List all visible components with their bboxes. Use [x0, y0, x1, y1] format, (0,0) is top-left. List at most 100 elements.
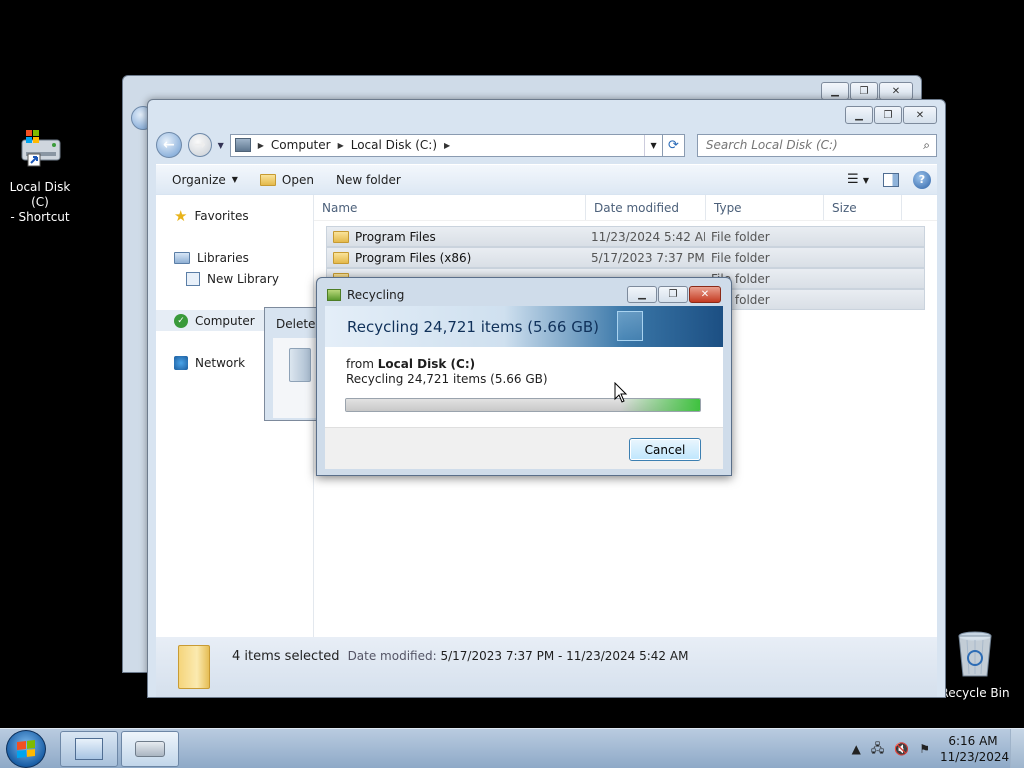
- nav-item-new-library[interactable]: New Library: [156, 268, 313, 289]
- clock[interactable]: 6:16 AM 11/23/2024: [940, 733, 1009, 765]
- restore-button[interactable]: ❐: [850, 82, 878, 100]
- recycling-title-bar: Recycling: [327, 288, 404, 302]
- show-desktop-button[interactable]: [1010, 729, 1024, 768]
- status-line: Recycling 24,721 items (5.66 GB): [346, 372, 548, 386]
- action-center-flag-icon[interactable]: ⚑: [919, 742, 930, 756]
- organize-button[interactable]: Organize ▼: [166, 170, 244, 190]
- minimize-button[interactable]: ▁: [627, 286, 657, 303]
- desktop-recycle-bin[interactable]: Recycle Bin: [935, 630, 1015, 701]
- desktop-shortcut-local-disk[interactable]: Local Disk (C) - Shortcut: [0, 128, 80, 225]
- libraries-label: Libraries: [197, 250, 249, 265]
- folder-icon: [333, 230, 349, 243]
- volume-muted-icon[interactable]: 🔇: [894, 742, 909, 756]
- recycle-bin-icon: [951, 630, 999, 682]
- help-icon[interactable]: ?: [913, 170, 931, 189]
- recent-pages-dropdown-icon[interactable]: ▼: [218, 141, 224, 150]
- recycle-bin-icon: [289, 348, 311, 382]
- breadcrumb-separator-icon[interactable]: ▶: [444, 141, 450, 150]
- search-input[interactable]: [705, 138, 924, 152]
- restore-button[interactable]: ❐: [874, 106, 902, 124]
- column-headers: Name Date modified Type Size: [314, 195, 937, 221]
- library-icon: [186, 271, 200, 286]
- address-dropdown-icon[interactable]: ▼: [644, 134, 662, 156]
- back-arrow-icon[interactable]: ←: [156, 132, 182, 158]
- refresh-icon[interactable]: ⟳: [663, 133, 685, 157]
- recycle-bin-label: Recycle Bin: [940, 686, 1010, 700]
- computer-shield-icon: ✓: [174, 313, 188, 328]
- source-line: from Local Disk (C:): [346, 357, 723, 372]
- computer-label: Computer: [195, 313, 255, 328]
- delete-dialog[interactable]: Delete: [264, 307, 333, 421]
- folder-icon: [178, 645, 210, 689]
- folder-icon: [333, 251, 349, 264]
- search-icon[interactable]: ⌕: [923, 138, 930, 153]
- progress-fill: [346, 399, 700, 411]
- recycling-footer: Cancel: [325, 427, 723, 469]
- new-folder-label: New folder: [335, 172, 401, 187]
- explorer-drive-icon: [135, 741, 165, 757]
- close-button[interactable]: ✕: [689, 286, 721, 303]
- taskbar-explorer-button[interactable]: [121, 731, 179, 767]
- view-options-icon[interactable]: ☰ ▼: [847, 172, 869, 187]
- star-icon: ★: [174, 206, 188, 225]
- taskbar: ▲ 🖧 🔇 ⚑ 6:16 AM 11/23/2024: [0, 728, 1024, 768]
- shortcut-label-line1: Local Disk (C): [9, 180, 71, 209]
- file-row[interactable]: Program Files 11/23/2024 5:42 AM File fo…: [326, 226, 925, 247]
- address-bar[interactable]: ▶ Computer ▶ Local Disk (C:) ▶ ▼: [229, 133, 664, 157]
- clock-time: 6:16 AM: [948, 734, 998, 748]
- caption-buttons: ▁ ❐ ✕: [845, 106, 937, 124]
- minimize-button[interactable]: ▁: [845, 106, 873, 124]
- forward-arrow-icon[interactable]: →: [187, 133, 212, 157]
- open-folder-icon: [259, 173, 276, 186]
- details-pane: 4 items selected Date modified: 5/17/202…: [156, 637, 937, 697]
- column-type[interactable]: Type: [706, 195, 824, 220]
- open-button[interactable]: Open: [254, 170, 320, 190]
- column-size[interactable]: Size: [824, 195, 902, 220]
- recycling-body: from Local Disk (C:) Recycling 24,721 it…: [325, 347, 723, 427]
- recycling-dialog[interactable]: Recycling ▁ ❐ ✕ Recycling 24,721 items (…: [316, 277, 732, 476]
- windows-logo-icon: [17, 740, 35, 758]
- nav-item-favorites[interactable]: ★ Favorites: [156, 205, 313, 226]
- column-date-modified[interactable]: Date modified: [586, 195, 706, 220]
- libraries-icon: [174, 251, 190, 264]
- system-tray: ▲ 🖧 🔇 ⚑ 6:16 AM 11/23/2024: [852, 729, 1024, 768]
- file-row[interactable]: Program Files (x86) 5/17/2023 7:37 PM Fi…: [326, 247, 925, 268]
- from-label: from: [346, 357, 374, 371]
- close-button[interactable]: ✕: [903, 106, 937, 124]
- breadcrumb-computer[interactable]: Computer: [271, 138, 331, 152]
- new-folder-button[interactable]: New folder: [330, 170, 407, 190]
- close-button[interactable]: ✕: [879, 82, 913, 100]
- delete-dialog-title: Delete: [276, 317, 316, 331]
- network-icon: [174, 355, 188, 370]
- preview-pane-icon[interactable]: [883, 172, 899, 187]
- taskbar-control-panel-button[interactable]: [60, 731, 118, 767]
- network-tray-icon[interactable]: 🖧: [871, 739, 884, 760]
- drive-shortcut-icon: [16, 128, 64, 176]
- chevron-down-icon: ▼: [231, 175, 238, 184]
- open-label: Open: [281, 172, 314, 187]
- source-drive: Local Disk (C:): [377, 357, 476, 371]
- date-modified-label: Date modified:: [347, 649, 437, 663]
- search-box[interactable]: ⌕: [696, 133, 937, 157]
- breadcrumb-local-disk[interactable]: Local Disk (C:): [351, 138, 437, 152]
- restore-button[interactable]: ❐: [658, 286, 688, 303]
- recycling-header: Recycling 24,721 items (5.66 GB): [325, 306, 723, 347]
- dialog-caption-buttons: ▁ ❐ ✕: [627, 286, 721, 303]
- selection-count: 4 items selected: [232, 649, 340, 664]
- organize-label: Organize: [172, 172, 226, 187]
- control-panel-icon: [75, 738, 103, 760]
- start-button[interactable]: [6, 730, 46, 768]
- nav-item-libraries[interactable]: Libraries: [156, 247, 313, 268]
- show-hidden-icons-icon[interactable]: ▲: [852, 742, 861, 756]
- recycle-icon: [327, 289, 341, 301]
- breadcrumb-separator-icon[interactable]: ▶: [258, 141, 264, 150]
- recycling-header-text: Recycling 24,721 items (5.66 GB): [347, 317, 599, 336]
- minimize-button[interactable]: ▁: [821, 82, 849, 100]
- column-name[interactable]: Name: [314, 195, 586, 220]
- command-bar: Organize ▼ Open New folder ☰ ▼ ?: [156, 164, 937, 194]
- cancel-button[interactable]: Cancel: [629, 438, 701, 461]
- breadcrumb-separator-icon[interactable]: ▶: [338, 141, 344, 150]
- mouse-cursor-icon: [614, 381, 628, 407]
- shortcut-label-line2: - Shortcut: [10, 210, 70, 224]
- new-library-label: New Library: [207, 271, 279, 286]
